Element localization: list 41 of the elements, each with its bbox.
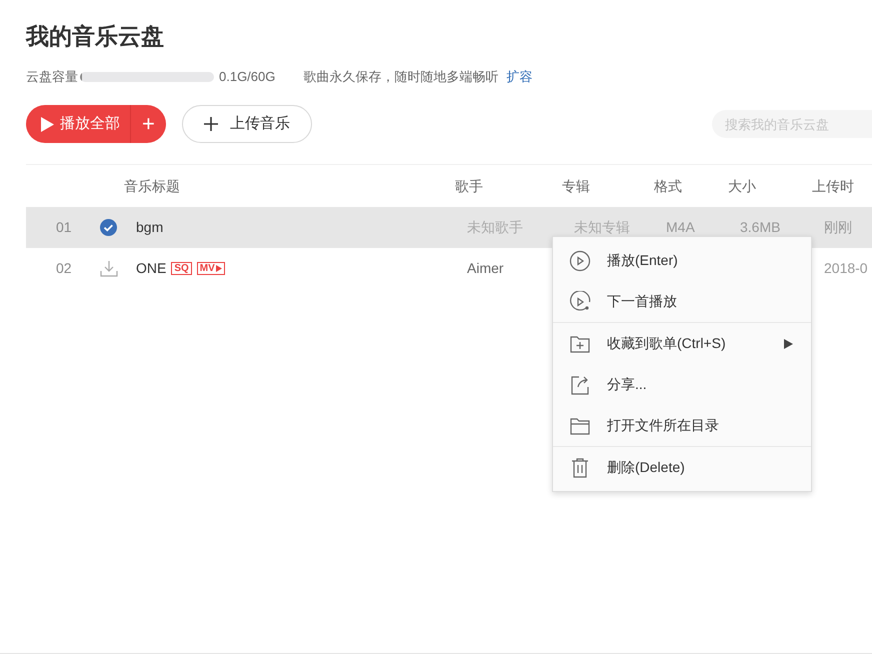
song-badge: SQ	[171, 262, 192, 275]
column-header[interactable]: 上传时	[812, 178, 854, 194]
download-icon[interactable]	[100, 260, 118, 277]
upload-button[interactable]: 上传音乐	[182, 105, 312, 143]
menu-item[interactable]: 删除(Delete)	[553, 447, 811, 488]
check-circle-icon	[100, 219, 117, 236]
storage-label: 云盘容量	[26, 68, 78, 86]
table-cell: 2018-0	[824, 260, 868, 276]
storage-note: 歌曲永久保存，随时随地多端畅听	[303, 68, 498, 86]
share-icon	[569, 374, 591, 396]
table-cell: 3.6MB	[740, 219, 780, 235]
column-header[interactable]: 音乐标题	[124, 178, 180, 194]
column-header[interactable]: 大小	[728, 178, 756, 194]
table-cell: 未知歌手	[467, 219, 523, 235]
menu-item[interactable]: 分享...	[553, 364, 811, 405]
song-badge[interactable]: MV	[196, 262, 225, 275]
play-icon	[41, 116, 54, 132]
page-title: 我的音乐云盘	[26, 22, 165, 51]
expand-link[interactable]: 扩容	[506, 67, 532, 87]
menu-item[interactable]: 打开文件所在目录	[553, 405, 811, 446]
song-row[interactable]: 01 bgm 未知歌手 未知专辑 M4A 3.6MB 刚刚	[26, 207, 872, 248]
row-number: 01	[56, 219, 72, 235]
plus-icon	[204, 117, 218, 131]
column-header[interactable]: 专辑	[562, 178, 590, 194]
submenu-arrow-icon	[784, 338, 793, 348]
song-title: ONE	[136, 259, 166, 278]
play-circle-icon	[569, 250, 591, 272]
play-all-button[interactable]: 播放全部	[26, 105, 130, 143]
table-cell: 未知专辑	[574, 219, 630, 235]
table-cell: Aimer	[467, 260, 504, 276]
column-header[interactable]: 格式	[654, 178, 682, 194]
column-header[interactable]: 歌手	[455, 178, 483, 194]
play-circle-icon	[569, 290, 591, 312]
menu-item[interactable]: 收藏到歌单(Ctrl+S)	[553, 323, 811, 364]
storage-reading: 0.1G/60G	[219, 68, 276, 86]
add-button[interactable]: +	[131, 105, 166, 143]
table-cell: M4A	[666, 219, 695, 235]
row-number: 02	[56, 260, 72, 276]
trash-icon	[569, 456, 591, 478]
table-cell: 刚刚	[824, 219, 852, 235]
song-title: bgm	[136, 218, 164, 237]
